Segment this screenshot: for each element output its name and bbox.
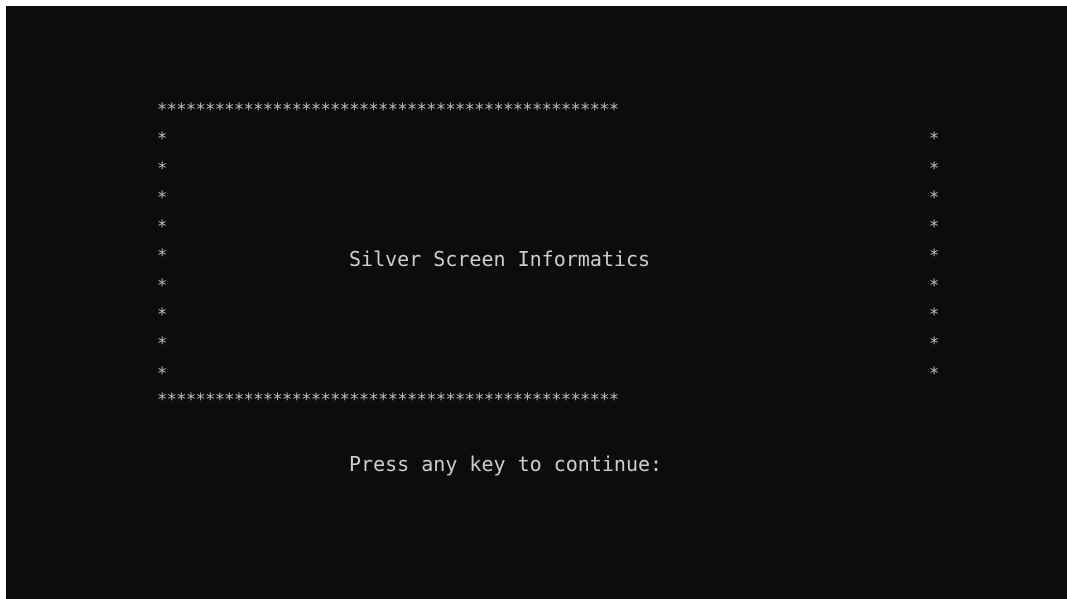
border-star-right-1: *: [929, 129, 940, 149]
border-star-right-7: *: [929, 305, 940, 325]
border-star-left-1: *: [157, 129, 168, 149]
border-star-right-5: *: [929, 246, 940, 266]
console-window[interactable]: ****************************************…: [6, 6, 1067, 599]
banner-top-border: ****************************************…: [157, 100, 619, 120]
border-star-left-3: *: [157, 188, 168, 208]
border-star-left-9: *: [157, 364, 168, 384]
banner-bottom-border: ****************************************…: [157, 390, 619, 410]
border-star-right-9: *: [929, 364, 940, 384]
border-star-right-2: *: [929, 159, 940, 179]
border-star-right-8: *: [929, 334, 940, 354]
border-star-left-4: *: [157, 217, 168, 237]
border-star-left-6: *: [157, 276, 168, 296]
border-star-left-7: *: [157, 305, 168, 325]
continue-prompt: Press any key to continue:: [349, 452, 663, 476]
border-star-right-4: *: [929, 217, 940, 237]
border-star-right-6: *: [929, 276, 940, 296]
border-star-right-3: *: [929, 188, 940, 208]
border-star-left-2: *: [157, 159, 168, 179]
banner-title: Silver Screen Informatics: [349, 247, 651, 271]
border-star-left-8: *: [157, 334, 168, 354]
border-star-left-5: *: [157, 246, 168, 266]
